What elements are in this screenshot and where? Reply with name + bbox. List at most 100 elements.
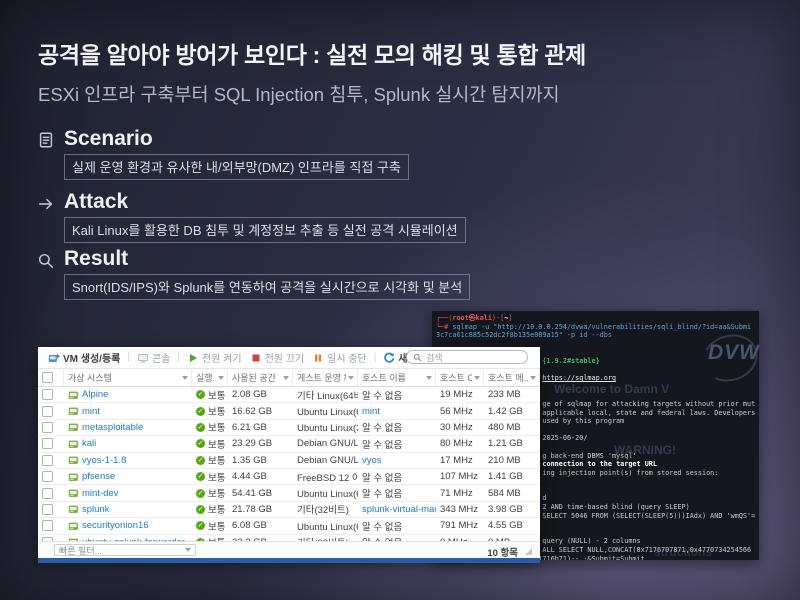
vm-hostname-label: 알 수 없음 bbox=[362, 437, 402, 451]
vm-table-row[interactable]: metasploitable✓보통6.21 GBUbuntu Linux(32비… bbox=[38, 420, 540, 436]
vm-name-link[interactable]: vyos-1-1.8 bbox=[82, 455, 126, 466]
vm-name-link[interactable]: pfsense bbox=[82, 471, 115, 482]
vm-name-cell: splunk bbox=[64, 502, 192, 517]
vm-name-cell: pfsense bbox=[64, 469, 192, 484]
row-checkbox[interactable] bbox=[42, 438, 53, 449]
row-checkbox[interactable] bbox=[42, 455, 53, 466]
suspend-button[interactable]: 일시 중단 bbox=[312, 350, 367, 365]
vm-status-cell: ✓보통 bbox=[192, 420, 228, 435]
status-ok-icon: ✓ bbox=[196, 423, 205, 432]
vm-icon bbox=[68, 521, 79, 531]
vm-name-link[interactable]: Alpine bbox=[82, 389, 108, 400]
vm-host-cpu-cell: 30 MHz bbox=[436, 420, 484, 435]
vm-name-cell: mint bbox=[64, 403, 192, 418]
search-icon bbox=[413, 353, 422, 362]
vm-status-cell: ✓보통 bbox=[192, 502, 228, 517]
vm-table-row[interactable]: splunk✓보통21.78 GB기타(32비트)splunk-virtual-… bbox=[38, 502, 540, 518]
row-checkbox[interactable] bbox=[42, 520, 53, 531]
vm-table-row[interactable]: securityonion16✓보통6.08 GBUbuntu Linux(64… bbox=[38, 518, 540, 534]
row-checkbox[interactable] bbox=[42, 422, 53, 433]
vm-table-row[interactable]: mint-dev✓보통54.41 GBUbuntu Linux(64비...알 … bbox=[38, 485, 540, 501]
toolbar-separator: | bbox=[177, 352, 180, 363]
row-checkbox-cell bbox=[38, 453, 64, 468]
vm-name-link[interactable]: splunk bbox=[82, 504, 109, 515]
status-ok-icon: ✓ bbox=[196, 390, 205, 399]
vm-host-mem-cell: 480 MB bbox=[484, 420, 540, 435]
toolbar-separator: | bbox=[127, 352, 130, 363]
power-off-button[interactable]: 전원 끄기 bbox=[250, 350, 305, 365]
vm-space-cell: 21.78 GB bbox=[228, 502, 293, 517]
vm-space-cell: 23.29 GB bbox=[228, 436, 293, 451]
vm-hostname-link[interactable]: vyos bbox=[362, 455, 382, 466]
row-checkbox[interactable] bbox=[42, 488, 53, 499]
row-checkbox[interactable] bbox=[42, 389, 53, 400]
row-checkbox[interactable] bbox=[42, 471, 53, 482]
vm-space-cell: 6.08 GB bbox=[228, 518, 293, 533]
vm-guest-os-cell: Ubuntu Linux(64비... bbox=[293, 485, 358, 500]
row-checkbox-cell bbox=[38, 485, 64, 500]
vm-status-label: 보통 bbox=[208, 388, 225, 402]
vm-name-link[interactable]: securityonion16 bbox=[82, 520, 149, 531]
vm-table-row[interactable]: kali ✓보통23.29 GBDebian GNU/Linux... 알 수 없음… bbox=[38, 436, 540, 452]
vm-hostname-label: 알 수 없음 bbox=[362, 486, 402, 500]
vm-host-cpu-cell: 71 MHz bbox=[436, 485, 484, 500]
resize-grip-icon[interactable] bbox=[525, 548, 532, 555]
vm-icon bbox=[68, 472, 79, 482]
vm-host-cpu-cell: 19 MHz bbox=[436, 387, 484, 402]
vm-name-link[interactable]: kali bbox=[82, 438, 96, 449]
chevron-down-icon bbox=[185, 548, 191, 552]
column-header-1[interactable]: 가상 시스템 bbox=[64, 369, 192, 386]
row-checkbox[interactable] bbox=[42, 406, 53, 417]
vm-create-button[interactable]: VM 생성/등록 bbox=[48, 350, 120, 365]
vm-status-cell: ✓보통 bbox=[192, 436, 228, 451]
vm-hostname-label: 알 수 없음 bbox=[362, 420, 402, 434]
vm-space-cell: 6.21 GB bbox=[228, 420, 293, 435]
esxi-vm-panel: VM 생성/등록|콘솔|전원 켜기전원 끄기일시 중단|새로 고침|작업 검색 … bbox=[38, 347, 540, 561]
vm-hostname-cell: 알 수 없음 bbox=[358, 387, 436, 402]
vm-table-row[interactable]: Alpine✓보통2.08 GB기타 Linux(64비트)알 수 없음19 M… bbox=[38, 387, 540, 403]
console-button[interactable]: 콘솔 bbox=[137, 350, 170, 365]
vm-name-link[interactable]: mint-dev bbox=[82, 488, 118, 499]
column-header-label: 호스트 C... bbox=[440, 371, 472, 384]
vm-table-row[interactable]: vyos-1-1.8✓보통1.35 GBDebian GNU/Linux...v… bbox=[38, 453, 540, 469]
vm-name-link[interactable]: metasploitable bbox=[82, 422, 143, 433]
vm-guest-os-cell: Debian GNU/Linux... bbox=[293, 436, 358, 451]
vm-hostname-link[interactable]: splunk-virtual-mac... bbox=[362, 504, 436, 515]
column-header-2[interactable]: 실행... bbox=[192, 369, 228, 386]
vm-guest-os-cell: Ubuntu Linux(64비... bbox=[293, 403, 358, 418]
row-checkbox-cell bbox=[38, 403, 64, 418]
vm-hostname-cell: 알 수 없음 bbox=[358, 518, 436, 533]
refresh-icon bbox=[383, 352, 395, 364]
vm-hostname-cell: splunk-virtual-mac... bbox=[358, 502, 436, 517]
vm-status-label: 보통 bbox=[208, 437, 225, 451]
column-header-7[interactable]: 호스트 메... bbox=[484, 369, 540, 386]
column-header-5[interactable]: 호스트 이름 bbox=[358, 369, 436, 386]
vm-table-row[interactable]: pfsense✓보통4.44 GBFreeBSD 12 이상 ...알 수 없음… bbox=[38, 469, 540, 485]
magnifier-icon bbox=[37, 252, 55, 270]
search-input[interactable]: 검색 bbox=[406, 350, 528, 364]
sort-chevron-icon bbox=[283, 376, 289, 380]
column-header-4[interactable]: 게스트 운영 체제 bbox=[293, 369, 358, 386]
quick-filter-dropdown[interactable]: 빠른 필터... bbox=[54, 544, 196, 556]
row-checkbox[interactable] bbox=[42, 504, 53, 515]
vm-space-cell: 2.08 GB bbox=[228, 387, 293, 402]
console-button-label: 콘솔 bbox=[152, 350, 170, 365]
vm-host-mem-cell: 1.41 GB bbox=[484, 469, 540, 484]
power-on-button[interactable]: 전원 켜기 bbox=[187, 350, 242, 365]
column-header-3[interactable]: 사용된 공간 bbox=[228, 369, 293, 386]
section-title-attack: Attack bbox=[64, 190, 128, 214]
vm-table-row[interactable]: mint✓보통16.62 GBUbuntu Linux(64비...mint56… bbox=[38, 403, 540, 419]
vm-hostname-link[interactable]: mint bbox=[362, 406, 380, 417]
vm-hostname-label: 알 수 없음 bbox=[362, 470, 402, 484]
select-all-checkbox-cell[interactable] bbox=[38, 369, 64, 386]
vm-name-link[interactable]: mint bbox=[82, 406, 100, 417]
select-all-checkbox[interactable] bbox=[42, 372, 53, 383]
status-ok-icon: ✓ bbox=[196, 439, 205, 448]
vm-table-footer: 빠른 필터... 10 항목 bbox=[38, 541, 540, 558]
vm-status-cell: ✓보통 bbox=[192, 518, 228, 533]
search-placeholder: 검색 bbox=[426, 351, 443, 364]
vm-host-mem-cell: 1.42 GB bbox=[484, 403, 540, 418]
column-header-6[interactable]: 호스트 C... bbox=[436, 369, 484, 386]
suspend-icon bbox=[312, 352, 324, 364]
vm-name-cell: mint-dev bbox=[64, 485, 192, 500]
